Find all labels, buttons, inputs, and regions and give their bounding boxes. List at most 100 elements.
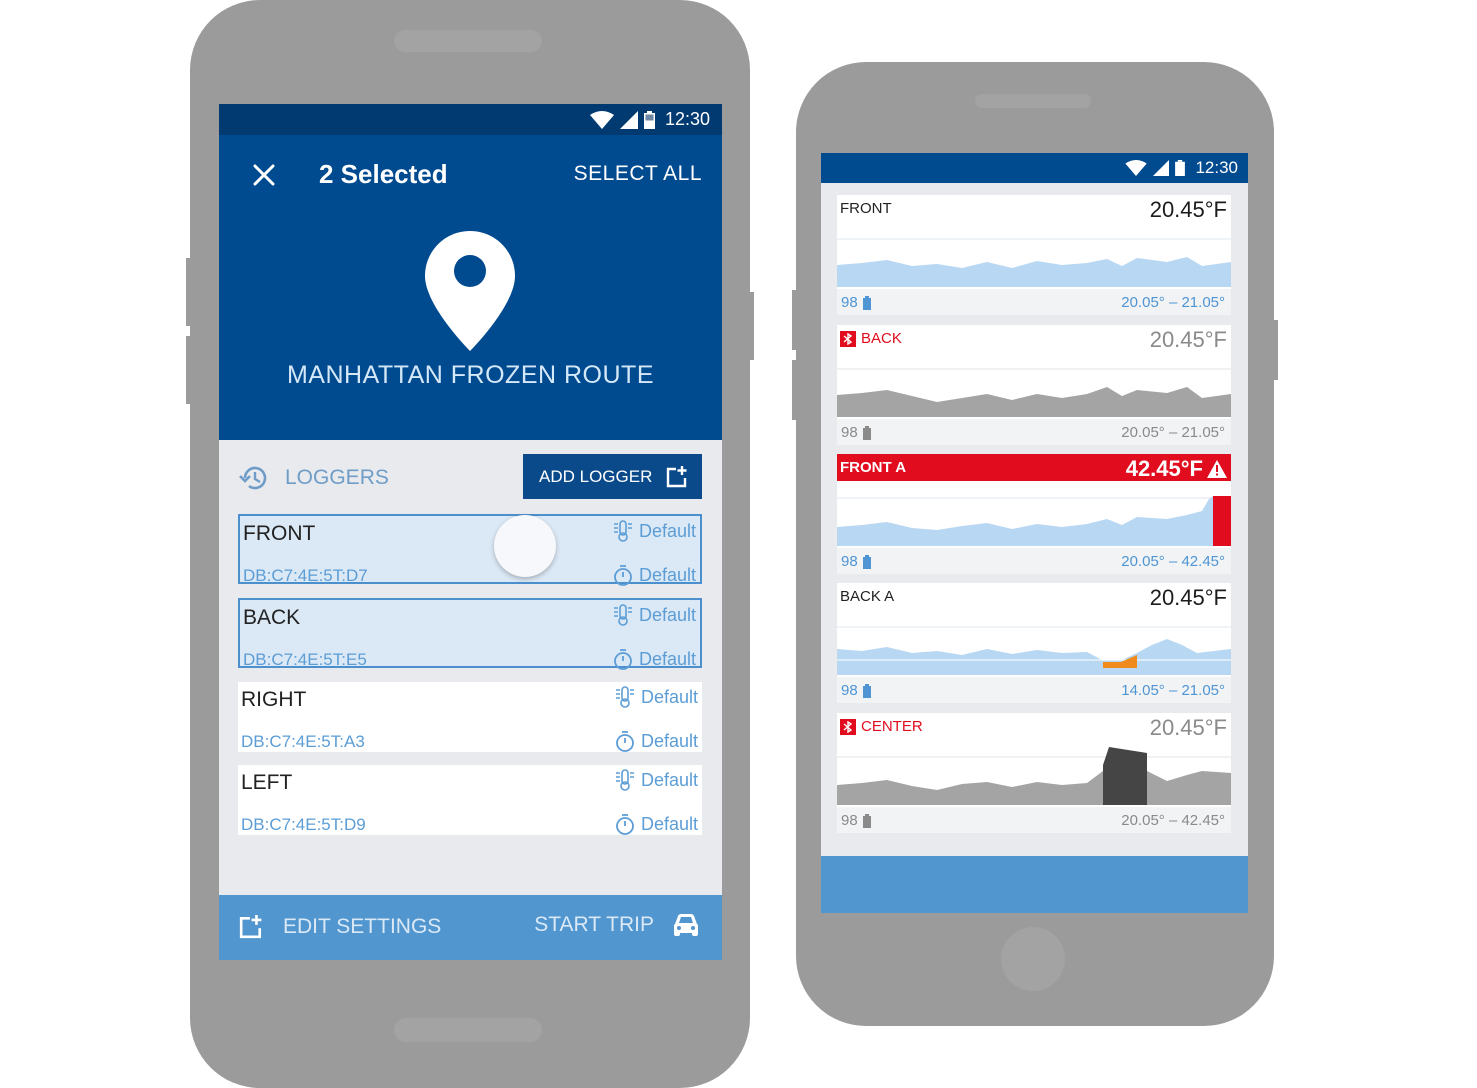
temperature-range: 20.05° – 21.05°: [1121, 294, 1225, 311]
location-pin-icon: [425, 231, 515, 351]
logger-name: BACK: [243, 606, 301, 629]
temperature-range: 20.05° – 42.45°: [1121, 812, 1225, 829]
bottom-action-bar: EDIT SETTINGS START TRIP: [219, 895, 722, 960]
timer-icon: [614, 565, 632, 586]
volume-down-button: [792, 360, 798, 420]
loggers-section-header: LOGGERS ADD LOGGER: [239, 454, 702, 500]
battery-level: 98: [841, 294, 858, 311]
battery-icon: [862, 425, 871, 440]
card-temperature: 20.45°F: [1149, 327, 1227, 352]
card-footer: 98 20.05° – 21.05°: [837, 419, 1231, 445]
logger-interval: Default: [615, 730, 698, 752]
battery-level: 98: [841, 812, 858, 829]
wifi-icon: [589, 110, 614, 129]
logger-name: LEFT: [241, 771, 293, 794]
logger-temp-profile: Default: [613, 604, 696, 626]
timer-icon: [616, 731, 634, 752]
logger-name: RIGHT: [241, 688, 307, 711]
logger-temp-profile: Default: [613, 520, 696, 542]
top-speaker: [975, 94, 1091, 108]
phone-right-screen: 12:30 FRONT 20.45°F 98 20.05° – 21.05° B…: [821, 153, 1248, 913]
card-temperature: 20.45°F: [1149, 197, 1227, 222]
bottom-speaker: [394, 1018, 542, 1042]
logger-name: FRONT: [243, 522, 316, 545]
select-all-button[interactable]: SELECT ALL: [574, 162, 702, 186]
edit-settings-button[interactable]: EDIT SETTINGS: [239, 915, 441, 939]
volume-up-button: [792, 290, 798, 350]
card-header: CENTER 20.45°F: [837, 713, 1231, 740]
edit-settings-label: EDIT SETTINGS: [283, 915, 442, 938]
temperature-range: 20.05° – 21.05°: [1121, 424, 1225, 441]
temperature-sparkline: [837, 626, 1231, 675]
logger-card-front[interactable]: FRONT 20.45°F 98 20.05° – 21.05°: [837, 195, 1231, 315]
logger-card-front-a[interactable]: FRONT A 42.45°F 98 20.05° – 42.45°: [837, 454, 1231, 574]
logger-temp-profile: Default: [615, 686, 698, 708]
battery-level: 98: [841, 682, 858, 699]
status-bar: 12:30: [821, 153, 1248, 183]
logger-mac: DB:C7:4E:5T:A3: [241, 732, 365, 751]
battery-icon: [862, 813, 871, 828]
volume-up-button: [186, 258, 192, 326]
status-bar: 12:30: [219, 104, 722, 135]
battery-icon: [862, 554, 871, 569]
card-footer: 98 20.05° – 21.05°: [837, 289, 1231, 315]
close-icon[interactable]: [249, 160, 279, 190]
history-icon: [239, 466, 267, 490]
thermometer-icon: [615, 686, 634, 708]
battery-icon: [862, 295, 871, 310]
card-name: FRONT: [840, 200, 892, 217]
timer-icon: [614, 649, 632, 670]
card-footer: 98 20.05° – 42.45°: [837, 807, 1231, 833]
power-button: [748, 292, 754, 360]
logger-card-back-a[interactable]: BACK A 20.45°F 98 14.05° – 21.05°: [837, 583, 1231, 703]
touch-indicator: [494, 515, 556, 577]
status-time: 12:30: [1195, 158, 1238, 177]
card-footer: 98 20.05° – 42.45°: [837, 548, 1231, 574]
temperature-range: 20.05° – 42.45°: [1121, 553, 1225, 570]
phone-left-screen: 12:30 2 Selected SELECT ALL MANHATTAN FR…: [219, 104, 722, 960]
add-box-icon: [239, 915, 262, 939]
logger-row-left[interactable]: LEFT DB:C7:4E:5T:D9 Default Default: [238, 765, 702, 835]
logger-card-back[interactable]: BACK 20.45°F 98 20.05° – 21.05°: [837, 325, 1231, 445]
thermometer-icon: [615, 769, 634, 791]
battery-icon: [862, 683, 871, 698]
route-header: 2 Selected SELECT ALL MANHATTAN FROZEN R…: [219, 135, 722, 440]
signal-icon: [619, 110, 638, 129]
logger-mac: DB:C7:4E:5T:D7: [243, 566, 368, 585]
card-header: BACK A 20.45°F: [837, 583, 1231, 610]
route-name: MANHATTAN FROZEN ROUTE: [286, 361, 654, 389]
logger-interval: Default: [615, 813, 698, 835]
logger-card-center[interactable]: CENTER 20.45°F 98 20.05° – 42.45°: [837, 713, 1231, 833]
start-trip-button[interactable]: START TRIP: [534, 913, 700, 937]
timer-icon: [616, 814, 634, 835]
bottom-bar: [821, 856, 1248, 913]
add-logger-label: ADD LOGGER: [539, 466, 653, 486]
home-button[interactable]: [1001, 927, 1065, 991]
car-icon: [674, 914, 698, 936]
battery-level: 98: [841, 424, 858, 441]
start-trip-label: START TRIP: [534, 913, 654, 936]
card-temperature: 20.45°F: [1149, 585, 1227, 610]
card-header-alarm: FRONT A 42.45°F: [837, 454, 1231, 481]
card-name: FRONT A: [840, 459, 907, 476]
bluetooth-disabled-icon: [840, 718, 856, 735]
temperature-sparkline: [837, 747, 1231, 805]
thermometer-icon: [613, 520, 632, 542]
logger-row-front[interactable]: FRONT DB:C7:4E:5T:D7 Default Default: [238, 514, 702, 586]
card-name: CENTER: [861, 718, 923, 735]
battery-icon: [1175, 160, 1186, 176]
bluetooth-disabled-icon: [840, 330, 856, 347]
temperature-sparkline: [837, 238, 1231, 287]
card-header: BACK 20.45°F: [837, 325, 1231, 352]
power-button: [1272, 320, 1278, 380]
card-name: BACK: [861, 330, 902, 347]
status-time: 12:30: [664, 109, 710, 129]
logger-interval: Default: [613, 564, 696, 586]
logger-row-right[interactable]: RIGHT DB:C7:4E:5T:A3 Default Default: [238, 682, 702, 752]
logger-row-back[interactable]: BACK DB:C7:4E:5T:E5 Default Default: [238, 598, 702, 670]
temperature-sparkline: [837, 492, 1231, 546]
volume-down-button: [186, 336, 192, 404]
temperature-sparkline: [837, 368, 1231, 417]
add-logger-button[interactable]: ADD LOGGER: [523, 454, 702, 499]
card-footer: 98 14.05° – 21.05°: [837, 677, 1231, 703]
